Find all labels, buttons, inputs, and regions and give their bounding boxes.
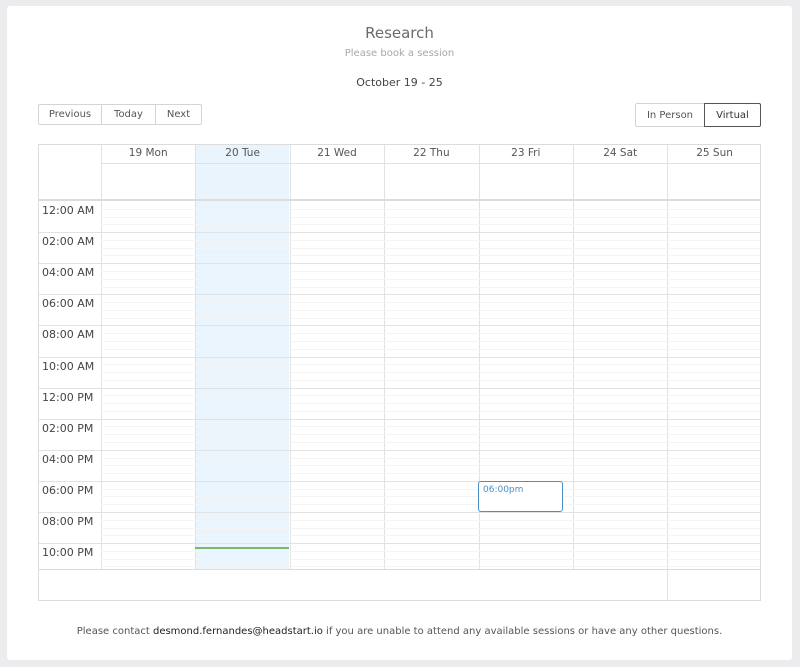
session-slot-time: 06:00pm <box>483 485 524 495</box>
time-label: 08:00 AM <box>42 328 95 342</box>
grid-bottom-line <box>39 569 760 570</box>
slot-divider <box>101 348 760 350</box>
slot-divider <box>101 364 760 366</box>
time-label: 06:00 PM <box>42 483 94 497</box>
slot-divider <box>101 465 760 467</box>
slot-divider <box>101 434 760 436</box>
calendar-grid: 19 Mon 20 Tue 21 Wed 22 Thu 23 Fri 24 Sat 25 S… <box>38 144 761 601</box>
time-label: 04:00 PM <box>42 452 94 466</box>
slot-divider <box>101 426 760 428</box>
slot-divider <box>101 317 760 319</box>
slot-divider <box>101 410 760 412</box>
day-header: 20 Tue <box>225 147 260 159</box>
slot-divider <box>101 550 760 552</box>
contact-note-prefix: Please contact <box>76 626 153 637</box>
slot-divider <box>101 395 760 397</box>
hour-divider <box>39 232 760 234</box>
slot-divider <box>101 309 760 311</box>
slot-divider <box>101 473 760 475</box>
session-slot[interactable]: 06:00pm <box>478 481 563 512</box>
contact-note: Please contact desmond.fernandes@headsta… <box>7 626 792 637</box>
time-label: 08:00 PM <box>42 515 94 528</box>
contact-note-suffix: if you are unable to attend any availabl… <box>322 626 723 637</box>
page-subtitle: Please book a session <box>344 48 455 59</box>
slot-divider <box>101 527 760 529</box>
slot-divider <box>101 239 760 241</box>
in-person-button[interactable]: In Person <box>635 103 705 127</box>
slot-divider <box>101 216 760 218</box>
booking-panel: Research Please book a session October 1… <box>7 6 792 660</box>
hour-divider <box>39 449 760 451</box>
hour-divider <box>39 480 760 482</box>
today-button[interactable]: Today <box>102 104 156 125</box>
hour-divider <box>39 263 760 265</box>
header-divider <box>101 163 760 164</box>
slot-divider <box>101 496 760 498</box>
hour-divider <box>39 543 760 545</box>
slot-divider <box>101 286 760 288</box>
day-header: 21 Wed <box>317 147 357 159</box>
day-header: 19 Mon <box>128 147 168 159</box>
slot-divider <box>101 504 760 506</box>
current-time-indicator <box>195 547 289 549</box>
slot-divider <box>101 372 760 374</box>
day-header: 23 Fri <box>511 147 541 159</box>
slot-divider <box>101 566 760 568</box>
slot-divider <box>101 535 760 537</box>
day-header: 22 Thu <box>413 147 450 159</box>
hour-divider <box>39 294 760 296</box>
hour-divider <box>39 325 760 327</box>
virtual-button[interactable]: Virtual <box>704 103 761 127</box>
time-label: 02:00 PM <box>42 421 94 435</box>
hour-divider <box>39 418 760 420</box>
slot-divider <box>101 379 760 381</box>
slot-divider <box>101 270 760 272</box>
slot-divider <box>101 224 760 226</box>
hour-divider <box>39 512 760 513</box>
time-label: 06:00 AM <box>42 297 95 311</box>
slot-divider <box>101 247 760 249</box>
time-label: 02:00 AM <box>42 235 95 249</box>
all-day-divider <box>39 199 760 201</box>
slot-divider <box>101 442 760 444</box>
slot-divider <box>101 302 760 304</box>
slot-divider <box>101 558 760 560</box>
time-label: 04:00 AM <box>42 266 95 280</box>
slot-divider <box>101 333 760 335</box>
day-header: 24 Sat <box>603 147 638 159</box>
contact-email[interactable]: desmond.fernandes@headstart.io <box>153 626 323 637</box>
slot-divider <box>101 457 760 459</box>
time-label: 12:00 PM <box>42 390 94 404</box>
page-title: Research <box>365 24 434 42</box>
time-label: 12:00 AM <box>42 204 95 217</box>
slot-divider <box>101 403 760 405</box>
hour-divider <box>39 387 760 389</box>
slot-divider <box>101 340 760 342</box>
time-label: 10:00 AM <box>42 359 95 373</box>
slot-divider <box>101 488 760 490</box>
slot-divider <box>101 255 760 257</box>
next-button[interactable]: Next <box>156 104 202 125</box>
slot-divider <box>101 208 760 210</box>
date-range: October 19 - 25 <box>356 76 443 89</box>
hour-divider <box>39 356 760 358</box>
slot-divider <box>101 278 760 280</box>
day-header: 25 Sun <box>696 147 733 159</box>
time-label: 10:00 PM <box>42 546 94 560</box>
slot-divider <box>101 519 760 521</box>
previous-button[interactable]: Previous <box>38 104 102 125</box>
